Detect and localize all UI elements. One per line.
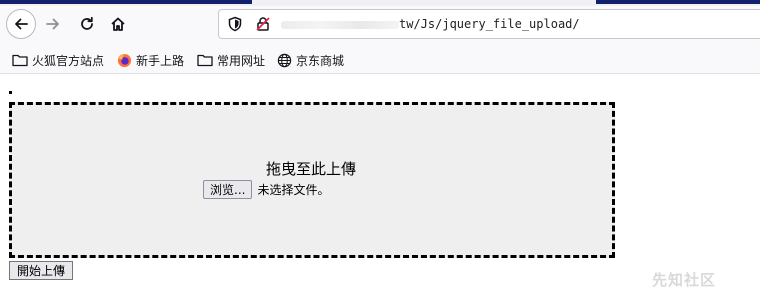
bookmark-label: 火狐官方站点	[32, 53, 105, 68]
browse-button[interactable]: 浏览...	[203, 180, 253, 199]
no-file-selected-text: 未选择文件。	[257, 183, 330, 197]
reload-button[interactable]	[72, 9, 102, 39]
folder-icon	[12, 54, 28, 67]
url-bar[interactable]: tw/Js/jquery_file_upload/	[218, 9, 760, 39]
reload-icon	[81, 16, 93, 30]
start-upload-button[interactable]: 開始上傳	[9, 261, 74, 280]
file-drop-zone[interactable]: 拖曳至此上傳 浏览... 未选择文件。	[9, 102, 615, 258]
firefox-icon	[117, 53, 132, 67]
bookmark-jd-mall[interactable]: 京东商城	[277, 51, 344, 69]
forward-button[interactable]	[38, 9, 68, 39]
page-content: 拖曳至此上傳 浏览... 未选择文件。 開始上傳 先知社区	[0, 75, 760, 297]
bookmark-firefox-official[interactable]: 火狐官方站点	[12, 51, 104, 69]
active-tab-indicator	[0, 0, 252, 4]
shield-icon[interactable]	[227, 16, 243, 32]
arrow-right-icon	[46, 18, 59, 30]
folder-icon	[197, 54, 213, 67]
stray-dot	[9, 91, 12, 94]
insecure-lock-icon[interactable]	[255, 16, 271, 32]
bookmark-label: 京东商城	[296, 53, 345, 68]
drop-zone-label: 拖曳至此上傳	[266, 160, 357, 178]
home-button[interactable]	[103, 9, 133, 39]
arrow-left-icon	[15, 18, 28, 30]
redacted-host	[281, 21, 399, 29]
navigation-toolbar: tw/Js/jquery_file_upload/	[0, 6, 760, 44]
globe-icon	[277, 53, 292, 67]
back-button[interactable]	[6, 9, 36, 39]
tab-strip-segment	[596, 0, 760, 4]
bookmark-label: 新手上路	[136, 53, 185, 68]
watermark: 先知社区	[652, 271, 717, 289]
file-input[interactable]: 浏览... 未选择文件。	[203, 180, 329, 199]
bookmark-common-sites[interactable]: 常用网址	[197, 51, 265, 69]
home-icon	[111, 17, 125, 31]
bookmark-label: 常用网址	[217, 53, 266, 68]
bookmarks-toolbar: 火狐官方站点 新手上路 常用网址 京东商城	[0, 44, 760, 74]
url-text[interactable]: tw/Js/jquery_file_upload/	[399, 17, 580, 31]
bookmark-getting-started[interactable]: 新手上路	[117, 51, 184, 69]
